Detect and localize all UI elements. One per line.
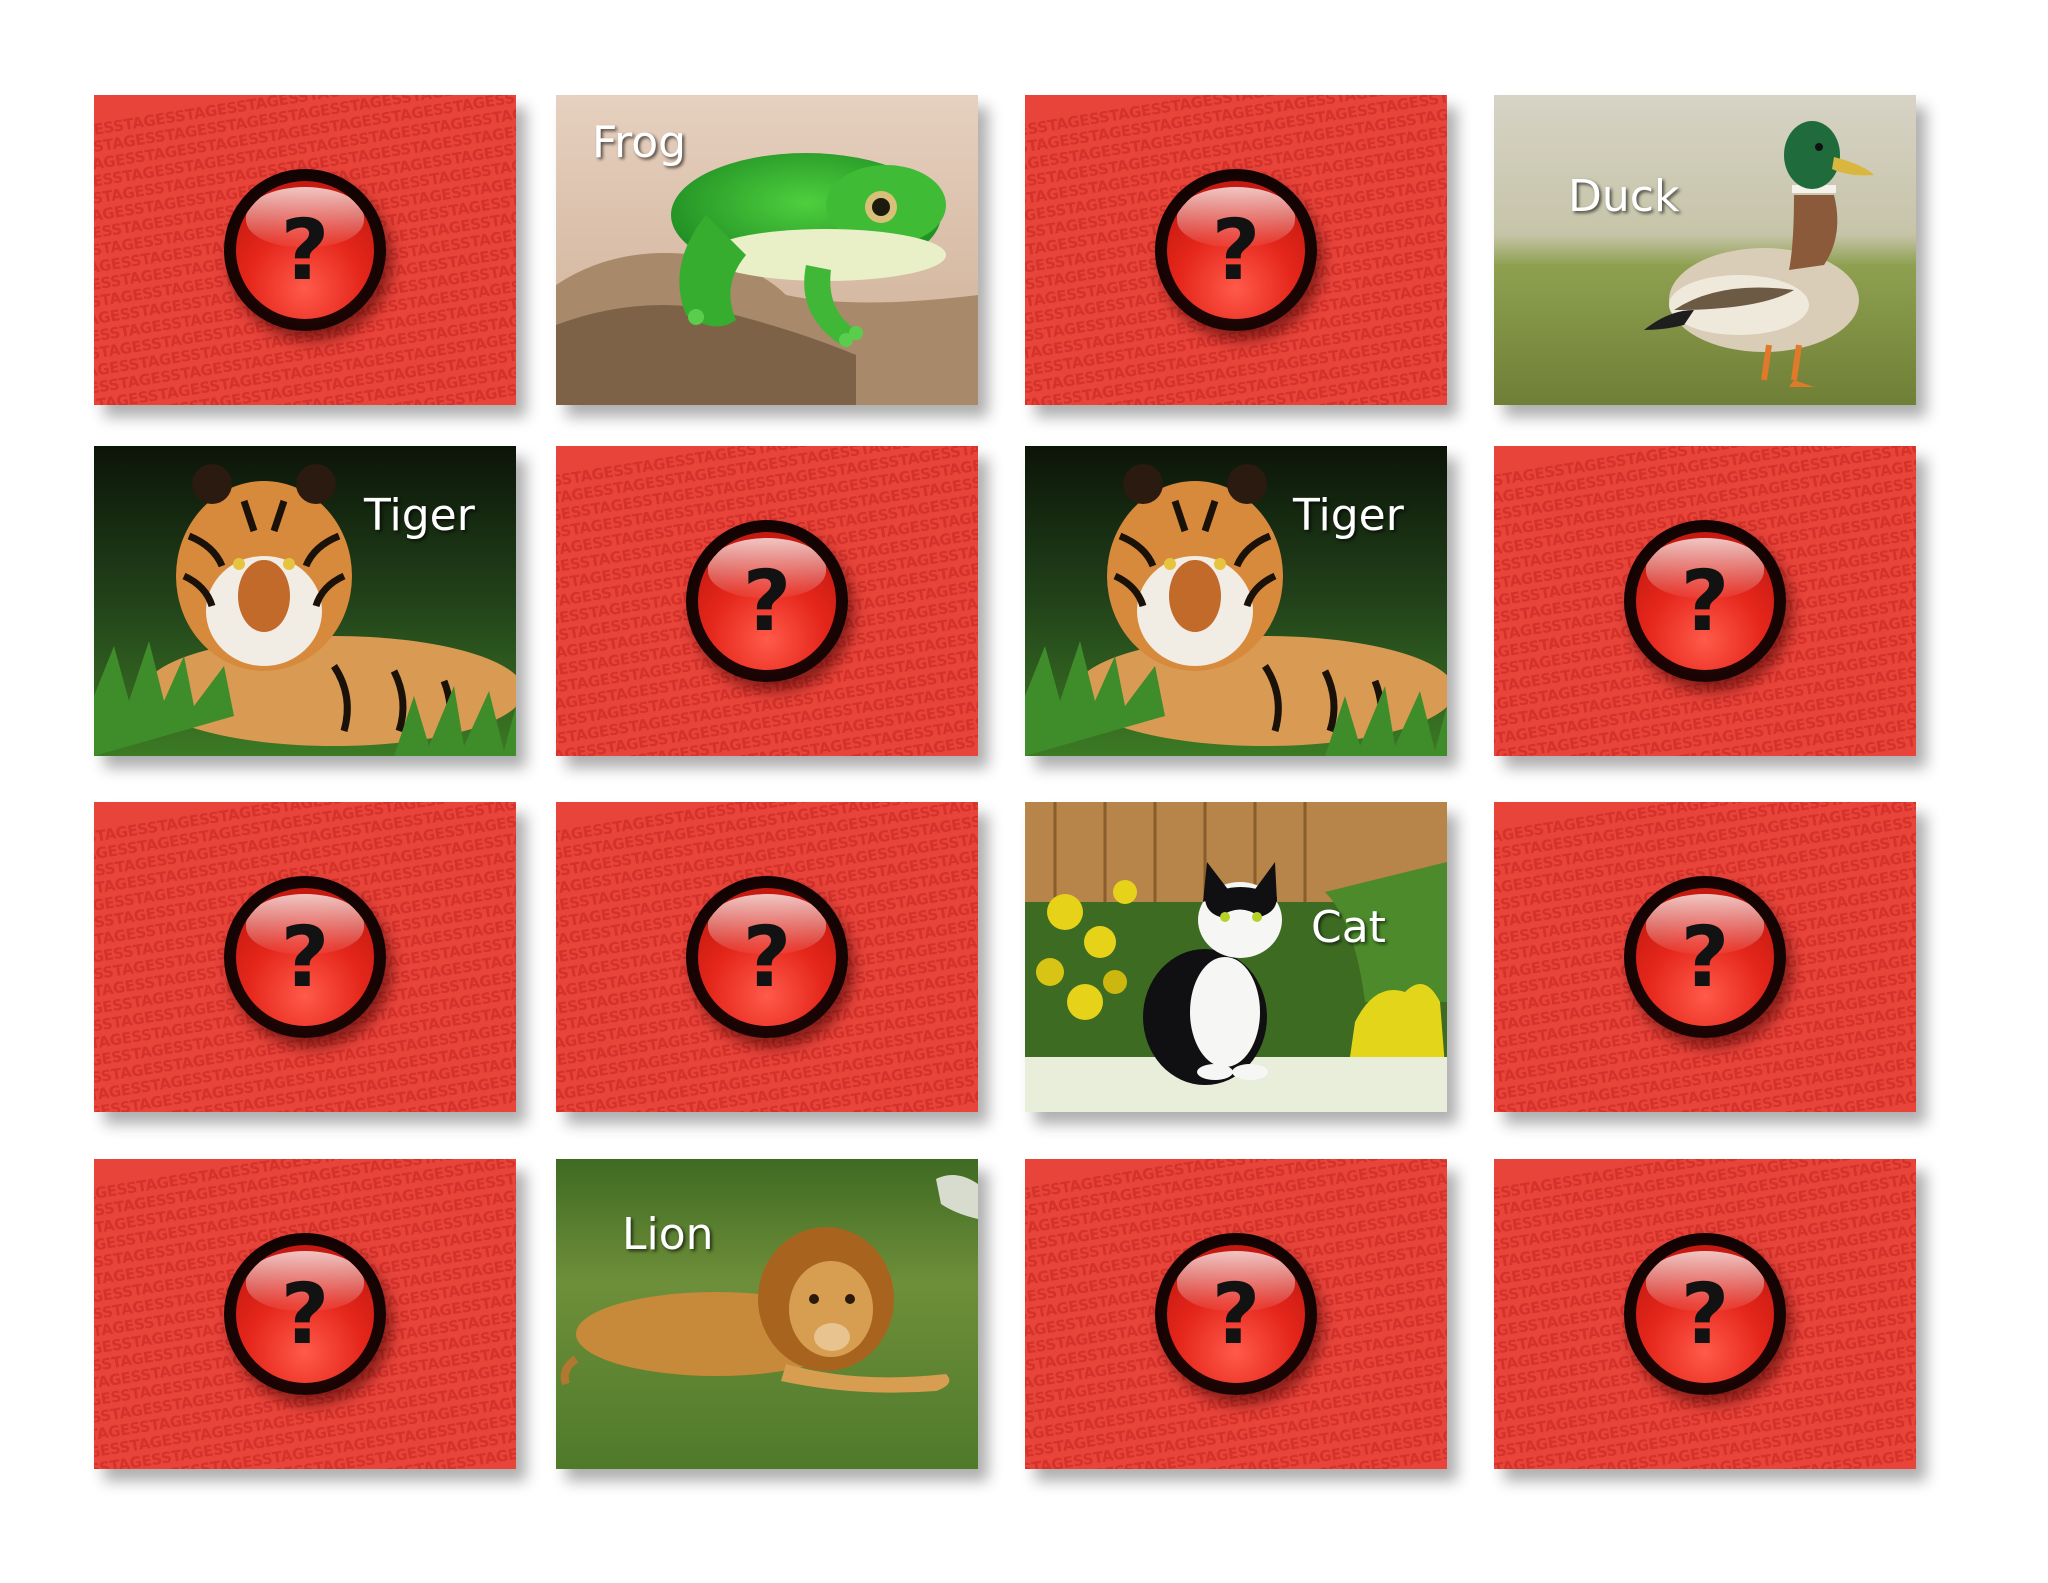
question-button-icon: ? [224,169,386,331]
pattern-line: STAGESSTAGESSTAGESSTAGESSTAGESSTAGESSTAG… [94,309,516,405]
card-face-down[interactable]: STAGESSTAGESSTAGESSTAGESSTAGESSTAGESSTAG… [94,1159,516,1469]
card-face-down[interactable]: STAGESSTAGESSTAGESSTAGESSTAGESSTAGESSTAG… [1494,1159,1916,1469]
animal-label: Cat [1311,902,1386,953]
question-button-icon: ? [224,1233,386,1395]
animal-label: Tiger [1293,490,1404,541]
pattern-line: STAGESSTAGESSTAGESSTAGESSTAGESSTAGESSTAG… [1494,1159,1916,1210]
pattern-line: STAGESSTAGESSTAGESSTAGESSTAGESSTAGESSTAG… [94,802,516,857]
pattern-line: STAGESSTAGESSTAGESSTAGESSTAGESSTAGESSTAG… [556,694,978,756]
card-face-down[interactable]: STAGESSTAGESSTAGESSTAGESSTAGESSTAGESSTAG… [1494,802,1916,1112]
pattern-line: STAGESSTAGESSTAGESSTAGESSTAGESSTAGESSTAG… [1494,1075,1916,1112]
card-cat[interactable]: Cat [1025,802,1447,1112]
pattern-line: STAGESSTAGESSTAGESSTAGESSTAGESSTAGESSTAG… [1494,1023,1916,1112]
memory-game-board: STAGESSTAGESSTAGESSTAGESSTAGESSTAGESSTAG… [0,0,2048,1583]
pattern-line: STAGESSTAGESSTAGESSTAGESSTAGESSTAGESSTAG… [1494,695,1916,756]
pattern-line: STAGESSTAGESSTAGESSTAGESSTAGESSTAGESSTAG… [1025,95,1447,167]
pattern-line: STAGESSTAGESSTAGESSTAGESSTAGESSTAGESSTAG… [94,361,516,405]
pattern-line: STAGESSTAGESSTAGESSTAGESSTAGESSTAGESSTAG… [94,1412,516,1469]
pattern-line: STAGESSTAGESSTAGESSTAGESSTAGESSTAGESSTAG… [1494,1394,1916,1469]
pattern-line: STAGESSTAGESSTAGESSTAGESSTAGESSTAGESSTAG… [1028,342,1447,405]
pattern-line: STAGESSTAGESSTAGESSTAGESSTAGESSTAGESSTAG… [556,1074,978,1112]
pattern-line: STAGESSTAGESSTAGESSTAGESSTAGESSTAGESSTAG… [1494,1054,1916,1112]
pattern-line: STAGESSTAGESSTAGESSTAGESSTAGESSTAGESSTAG… [94,1052,516,1112]
duck-picture [1494,95,1916,405]
pattern-line: STAGESSTAGESSTAGESSTAGESSTAGESSTAGESSTAG… [95,1424,516,1469]
pattern-line: STAGESSTAGESSTAGESSTAGESSTAGESSTAGESSTAG… [1494,446,1916,532]
question-button-icon: ? [1624,1233,1786,1395]
pattern-line: STAGESSTAGESSTAGESSTAGESSTAGESSTAGESSTAG… [556,446,978,520]
card-tiger[interactable]: Tiger [94,446,516,756]
question-button-icon: ? [686,520,848,682]
card-face-down[interactable]: STAGESSTAGESSTAGESSTAGESSTAGESSTAGESSTAG… [1025,1159,1447,1469]
pattern-line: STAGESSTAGESSTAGESSTAGESSTAGESSTAGESSTAG… [1025,1413,1447,1469]
pattern-line: STAGESSTAGESSTAGESSTAGESSTAGESSTAGESSTAG… [1494,663,1916,756]
question-button-icon: ? [224,876,386,1038]
pattern-line: STAGESSTAGESSTAGESSTAGESSTAGESSTAGESSTAG… [1025,1393,1447,1469]
card-face-down[interactable]: STAGESSTAGESSTAGESSTAGESSTAGESSTAGESSTAG… [1494,446,1916,756]
pattern-line: STAGESSTAGESSTAGESSTAGESSTAGESSTAGESSTAG… [556,683,978,756]
pattern-line: STAGESSTAGESSTAGESSTAGESSTAGESSTAGESSTAG… [556,1033,978,1112]
question-button-icon: ? [686,876,848,1038]
pattern-line: STAGESSTAGESSTAGESSTAGESSTAGESSTAGESSTAG… [1025,95,1447,147]
pattern-line: STAGESSTAGESSTAGESSTAGESSTAGESSTAGESSTAG… [556,715,978,756]
pattern-line: STAGESSTAGESSTAGESSTAGESSTAGESSTAGESSTAG… [1025,1373,1447,1469]
pattern-line: STAGESSTAGESSTAGESSTAGESSTAGESSTAGESSTAG… [1494,446,1916,521]
pattern-line: STAGESSTAGESSTAGESSTAGESSTAGESSTAGESSTAG… [94,1021,516,1112]
question-button-icon: ? [1624,876,1786,1038]
pattern-line: STAGESSTAGESSTAGESSTAGESSTAGESSTAGESSTAG… [1494,684,1916,756]
pattern-line: STAGESSTAGESSTAGESSTAGESSTAGESSTAGESSTAG… [1025,1425,1447,1469]
card-face-down[interactable]: STAGESSTAGESSTAGESSTAGESSTAGESSTAGESSTAG… [1025,95,1447,405]
pattern-line: STAGESSTAGESSTAGESSTAGESSTAGESSTAGESSTAG… [556,802,978,858]
pattern-line: STAGESSTAGESSTAGESSTAGESSTAGESSTAGESSTAG… [1025,363,1447,405]
card-face-down[interactable]: STAGESSTAGESSTAGESSTAGESSTAGESSTAGESSTAG… [556,446,978,756]
animal-label: Frog [592,117,687,168]
pattern-line: STAGESSTAGESSTAGESSTAGESSTAGESSTAGESSTAG… [1494,1034,1916,1112]
card-face-down[interactable]: STAGESSTAGESSTAGESSTAGESSTAGESSTAGESSTAG… [94,802,516,1112]
animal-label: Duck [1568,171,1680,222]
pattern-line: STAGESSTAGESSTAGESSTAGESSTAGESSTAGESSTAG… [94,1381,516,1469]
pattern-line: STAGESSTAGESSTAGESSTAGESSTAGESSTAGESSTAG… [94,1159,516,1218]
card-face-down[interactable]: STAGESSTAGESSTAGESSTAGESSTAGESSTAGESSTAG… [94,95,516,405]
pattern-line: STAGESSTAGESSTAGESSTAGESSTAGESSTAGESSTAG… [1494,1159,1916,1231]
lion-picture [556,1159,978,1469]
pattern-line: STAGESSTAGESSTAGESSTAGESSTAGESSTAGESSTAG… [1025,331,1447,405]
pattern-line: STAGESSTAGESSTAGESSTAGESSTAGESSTAGESSTAG… [1494,802,1916,871]
question-button-icon: ? [1155,169,1317,331]
animal-label: Lion [622,1209,714,1260]
pattern-line: STAGESSTAGESSTAGESSTAGESSTAGESSTAGESSTAG… [1025,1159,1447,1219]
pattern-line: STAGESSTAGESSTAGESSTAGESSTAGESSTAGESSTAG… [556,446,978,499]
cat-picture [1025,802,1447,1112]
card-tiger[interactable]: Tiger [1025,446,1447,756]
pattern-line: STAGESSTAGESSTAGESSTAGESSTAGESSTAGESSTAG… [94,1073,516,1112]
pattern-line: STAGESSTAGESSTAGESSTAGESSTAGESSTAGESSTAG… [94,95,516,145]
card-face-down[interactable]: STAGESSTAGESSTAGESSTAGESSTAGESSTAGESSTAG… [556,802,978,1112]
pattern-line: STAGESSTAGESSTAGESSTAGESSTAGESSTAGESSTAG… [1494,802,1916,859]
pattern-line: STAGESSTAGESSTAGESSTAGESSTAGESSTAGESSTAG… [94,330,516,405]
pattern-line: STAGESSTAGESSTAGESSTAGESSTAGESSTAGESSTAG… [94,802,516,878]
animal-label: Tiger [364,490,475,541]
pattern-line: STAGESSTAGESSTAGESSTAGESSTAGESSTAGESSTAG… [556,1022,978,1112]
pattern-line: STAGESSTAGESSTAGESSTAGESSTAGESSTAGESSTAG… [94,350,516,405]
pattern-line: STAGESSTAGESSTAGESSTAGESSTAGESSTAGESSTAG… [1494,716,1916,756]
pattern-line: STAGESSTAGESSTAGESSTAGESSTAGESSTAGESSTAG… [556,662,978,756]
pattern-line: STAGESSTAGESSTAGESSTAGESSTAGESSTAGESSTAG… [1494,1426,1916,1469]
pattern-line: STAGESSTAGESSTAGESSTAGESSTAGESSTAGESSTAG… [1494,1414,1916,1469]
pattern-line: STAGESSTAGESSTAGESSTAGESSTAGESSTAGESSTAG… [556,446,978,531]
pattern-line: STAGESSTAGESSTAGESSTAGESSTAGESSTAGESSTAG… [1025,310,1447,405]
question-button-icon: ? [1624,520,1786,682]
pattern-line: STAGESSTAGESSTAGESSTAGESSTAGESSTAGESSTAG… [556,802,978,879]
pattern-line: STAGESSTAGESSTAGESSTAGESSTAGESSTAGESSTAG… [94,1159,516,1229]
card-lion[interactable]: Lion [556,1159,978,1469]
pattern-line: STAGESSTAGESSTAGESSTAGESSTAGESSTAGESSTAG… [94,95,516,166]
card-frog[interactable]: Frog [556,95,978,405]
pattern-line: STAGESSTAGESSTAGESSTAGESSTAGESSTAGESSTAG… [556,1053,978,1112]
question-button-icon: ? [1155,1233,1317,1395]
pattern-line: STAGESSTAGESSTAGESSTAGESSTAGESSTAGESSTAG… [94,1041,516,1112]
card-duck[interactable]: Duck [1494,95,1916,405]
pattern-line: STAGESSTAGESSTAGESSTAGESSTAGESSTAGESSTAG… [1494,1374,1916,1469]
pattern-line: STAGESSTAGESSTAGESSTAGESSTAGESSTAGESSTAG… [1494,446,1916,500]
pattern-line: STAGESSTAGESSTAGESSTAGESSTAGESSTAGESSTAG… [94,1392,516,1469]
pattern-line: STAGESSTAGESSTAGESSTAGESSTAGESSTAGESSTAG… [1025,1159,1447,1230]
